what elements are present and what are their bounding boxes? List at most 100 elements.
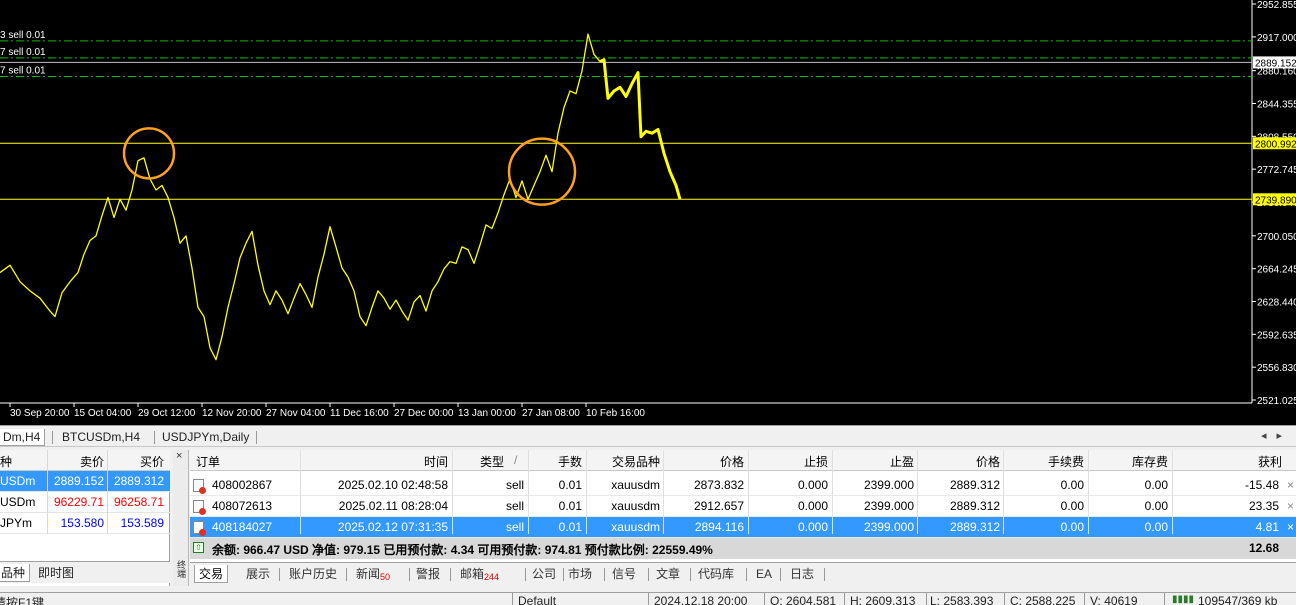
tab-separator bbox=[690, 568, 691, 581]
tab-articles[interactable]: 文章 bbox=[652, 565, 684, 583]
sell-order-icon bbox=[193, 479, 206, 494]
market-watch-row[interactable]: USDm 96229.71 96258.71 bbox=[0, 492, 170, 513]
tab-label: 市场 bbox=[568, 567, 593, 581]
order-type: sell bbox=[505, 520, 524, 534]
order-row[interactable]: 408002867 2025.02.10 02:48:58 sell 0.01 … bbox=[190, 475, 1296, 496]
time-tick-label: 30 Sep 20:00 bbox=[10, 408, 70, 419]
column-header-symbol[interactable]: 种 bbox=[0, 453, 46, 470]
time-tick-label: 27 Dec 00:00 bbox=[394, 408, 454, 419]
tab-code-base[interactable]: 代码库 bbox=[694, 565, 738, 583]
order-stop-loss: 0.000 bbox=[797, 499, 828, 513]
chart-tab-usdjpym[interactable]: USDJPYm,Daily bbox=[158, 429, 253, 446]
price-tag-label: 2889.152 bbox=[1255, 58, 1296, 69]
column-divider bbox=[1172, 450, 1173, 534]
tab-label: 日志 bbox=[790, 567, 815, 581]
price-chart[interactable]: 2952.8552917.0002880.1602844.3552808.550… bbox=[0, 0, 1296, 425]
tab-company[interactable]: 公司 bbox=[528, 565, 560, 583]
tab-news[interactable]: 新闻50 bbox=[352, 565, 394, 583]
price-tick-label: 2772.745 bbox=[1257, 165, 1296, 176]
ask-price: 2889.312 bbox=[113, 474, 164, 488]
column-header-profit[interactable]: 获利 bbox=[1190, 453, 1282, 470]
status-datetime: 2024.12.18 20:00 bbox=[654, 594, 748, 605]
column-divider bbox=[917, 450, 918, 534]
tab-separator bbox=[746, 568, 747, 581]
scroll-left-icon[interactable]: ◂ bbox=[1261, 430, 1277, 442]
column-header-swap[interactable]: 库存费 bbox=[1090, 453, 1168, 470]
order-stop-loss: 0.000 bbox=[797, 520, 828, 534]
sell-order-icon bbox=[193, 500, 206, 515]
terminal-side-label: 终端 bbox=[176, 560, 186, 578]
trade-terminal: 订单 时间 类型 / 手数 交易品种 价格 止损 止盈 价格 手续费 库存费 获… bbox=[190, 450, 1296, 562]
tab-trade[interactable]: 交易 bbox=[194, 565, 229, 583]
market-watch-header: 种 卖价 买价 bbox=[0, 450, 170, 471]
column-header-commission[interactable]: 手续费 bbox=[1006, 453, 1084, 470]
status-profile[interactable]: Default bbox=[518, 594, 556, 605]
tab-tick-chart[interactable]: 即时图 bbox=[34, 564, 78, 582]
tab-separator bbox=[525, 568, 526, 581]
tab-signals[interactable]: 信号 bbox=[608, 565, 640, 583]
column-header-order[interactable]: 订单 bbox=[196, 453, 220, 470]
column-header-ask[interactable]: 买价 bbox=[110, 453, 164, 470]
market-watch-row[interactable]: JPYm 153.580 153.589 bbox=[0, 513, 170, 534]
time-tick-label: 29 Oct 12:00 bbox=[138, 408, 196, 419]
tab-exposure[interactable]: 展示 bbox=[242, 565, 274, 583]
column-header-take-profit[interactable]: 止盈 bbox=[834, 453, 914, 470]
close-terminal-icon[interactable]: × bbox=[176, 450, 182, 462]
close-order-icon[interactable]: × bbox=[1287, 499, 1294, 513]
column-divider bbox=[47, 450, 48, 534]
chart-tab-btcusdm[interactable]: BTCUSDm,H4 bbox=[58, 429, 144, 446]
order-lots: 0.01 bbox=[558, 499, 582, 513]
price-tick-label: 2917.000 bbox=[1257, 33, 1296, 44]
market-watch-row[interactable]: USDm 2889.152 2889.312 bbox=[0, 471, 170, 492]
scroll-right-icon[interactable]: ▸ bbox=[1276, 430, 1292, 442]
order-time: 2025.02.10 02:48:58 bbox=[337, 478, 448, 492]
column-divider bbox=[832, 450, 833, 534]
column-divider bbox=[528, 450, 529, 534]
tab-separator bbox=[154, 431, 155, 444]
tab-label: 邮箱 bbox=[460, 567, 485, 581]
order-row[interactable]: 408072613 2025.02.11 08:28:04 sell 0.01 … bbox=[190, 496, 1296, 517]
column-header-bid[interactable]: 卖价 bbox=[50, 453, 104, 470]
order-commission: 0.00 bbox=[1060, 478, 1084, 492]
status-close: C: 2588.225 bbox=[1010, 594, 1076, 605]
bid-price: 96229.71 bbox=[53, 495, 104, 509]
chart-tab-xauusdm[interactable]: Dm,H4 bbox=[0, 429, 46, 446]
tab-label: 新闻 bbox=[356, 567, 381, 581]
tab-journal[interactable]: 日志 bbox=[786, 565, 818, 583]
order-swap: 0.00 bbox=[1144, 499, 1168, 513]
status-low: L: 2583.393 bbox=[930, 594, 994, 605]
annotation-circle bbox=[122, 127, 176, 180]
tab-separator bbox=[409, 568, 410, 581]
column-header-stop-loss[interactable]: 止损 bbox=[750, 453, 828, 470]
price-tick-label: 2844.355 bbox=[1257, 99, 1296, 110]
tab-expert-advisors[interactable]: EA bbox=[752, 565, 776, 583]
column-header-lots[interactable]: 手数 bbox=[530, 453, 582, 470]
tab-account-history[interactable]: 账户历史 bbox=[285, 565, 341, 583]
close-order-icon[interactable]: × bbox=[1287, 520, 1294, 534]
close-order-icon[interactable]: × bbox=[1287, 478, 1294, 492]
column-divider bbox=[748, 450, 749, 534]
order-row[interactable]: 408184027 2025.02.12 07:31:35 sell 0.01 … bbox=[190, 517, 1296, 538]
chart-canvas[interactable]: 2952.8552917.0002880.1602844.3552808.550… bbox=[0, 0, 1296, 425]
order-open-price: 2912.657 bbox=[693, 499, 744, 513]
column-header-open-price[interactable]: 价格 bbox=[666, 453, 744, 470]
column-header-price[interactable]: 价格 bbox=[920, 453, 1000, 470]
tab-label: 警报 bbox=[416, 567, 441, 581]
order-profit: 23.35 bbox=[1248, 499, 1279, 513]
mailbox-count-badge: 244 bbox=[484, 572, 500, 582]
order-id: 408002867 bbox=[212, 478, 273, 492]
column-header-symbol[interactable]: 交易品种 bbox=[588, 453, 660, 470]
tab-market[interactable]: 市场 bbox=[564, 565, 596, 583]
tab-alerts[interactable]: 警报 bbox=[412, 565, 444, 583]
symbol-name: JPYm bbox=[0, 516, 33, 530]
tab-scroll-arrows[interactable]: ◂▸ bbox=[1261, 429, 1292, 442]
order-profit: 4.81 bbox=[1255, 520, 1279, 534]
column-header-type[interactable]: 类型 bbox=[470, 453, 504, 470]
order-swap: 0.00 bbox=[1144, 520, 1168, 534]
column-header-time[interactable]: 时间 bbox=[380, 453, 448, 470]
tab-label: 公司 bbox=[532, 567, 557, 581]
tab-mailbox[interactable]: 邮箱244 bbox=[456, 565, 503, 583]
order-level-label: 3 sell 0.01 bbox=[0, 30, 46, 41]
tab-symbols[interactable]: 品种 bbox=[0, 564, 31, 582]
status-separator bbox=[648, 593, 649, 605]
